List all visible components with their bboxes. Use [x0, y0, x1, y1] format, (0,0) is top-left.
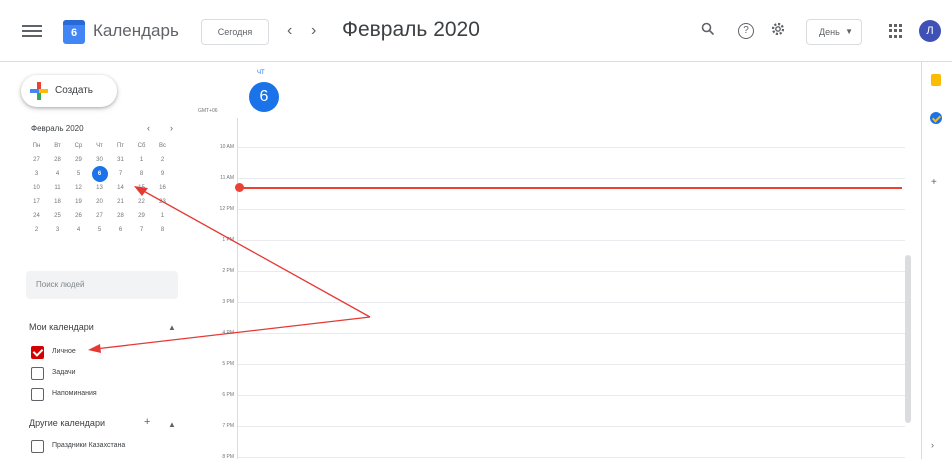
calendar-app: 6 Календарь Сегодня ‹ › Февраль 2020 ? Д…	[0, 0, 952, 459]
annotation-arrow-to-mini-date	[139, 188, 371, 318]
annotation-arrowhead-icon	[88, 344, 101, 353]
annotation-arrows	[88, 186, 371, 353]
annotation-arrow-to-personal-calendar	[94, 316, 371, 350]
annotation-arrowhead-icon	[134, 186, 148, 196]
